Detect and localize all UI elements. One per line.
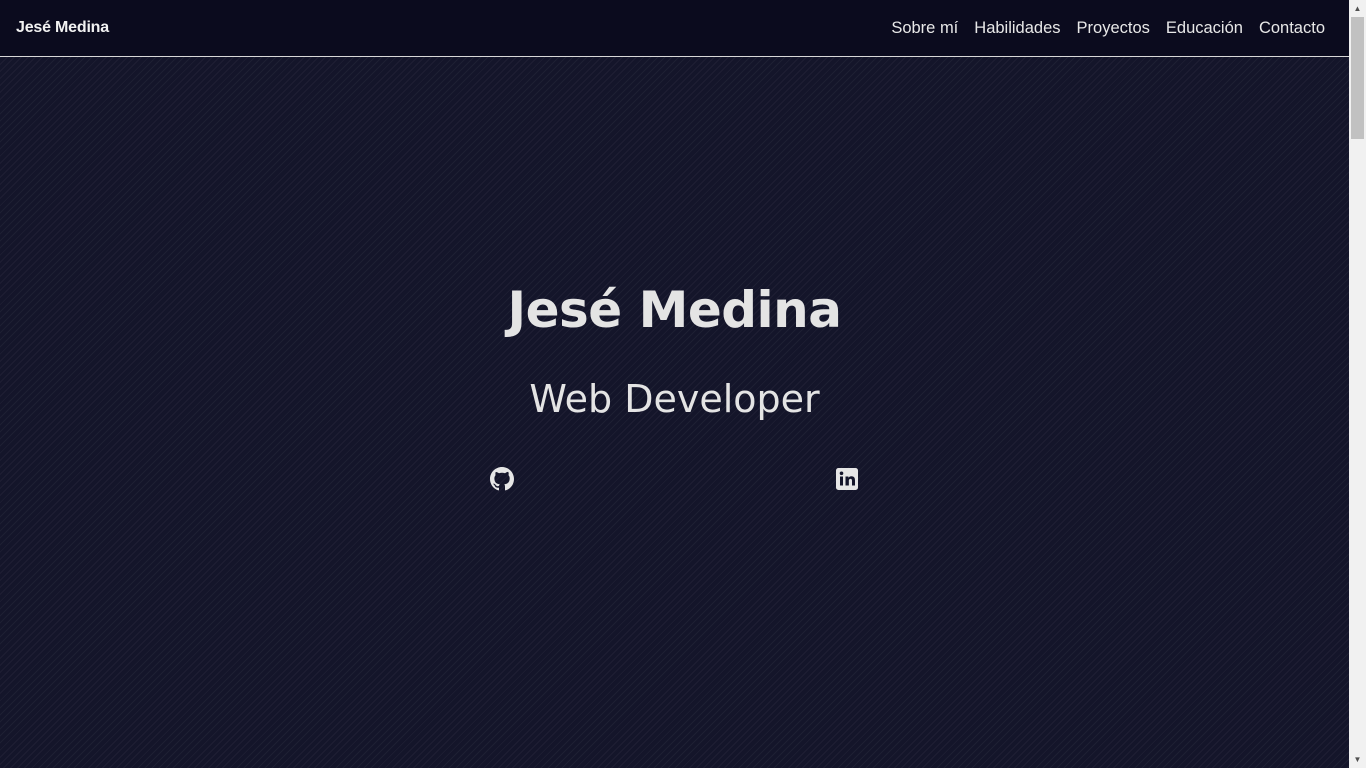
- linkedin-link[interactable]: [835, 467, 859, 491]
- scrollbar-thumb[interactable]: [1351, 17, 1364, 139]
- brand-link[interactable]: Jesé Medina: [16, 19, 109, 37]
- github-icon: [490, 467, 514, 491]
- hero-name: Jesé Medina: [507, 281, 842, 339]
- hero-section: Jesé Medina Web Developer: [0, 57, 1349, 768]
- nav-link-contacto[interactable]: Contacto: [1259, 19, 1325, 38]
- hero-role: Web Developer: [529, 377, 820, 421]
- nav-link-proyectos[interactable]: Proyectos: [1077, 19, 1150, 38]
- nav-link-habilidades[interactable]: Habilidades: [974, 19, 1060, 38]
- navbar: Jesé Medina Sobre mí Habilidades Proyect…: [0, 0, 1349, 57]
- page-background: Jesé Medina Sobre mí Habilidades Proyect…: [0, 0, 1349, 768]
- github-link[interactable]: [490, 467, 514, 491]
- nav-link-sobre-mi[interactable]: Sobre mí: [891, 19, 958, 38]
- scroll-down-icon[interactable]: ▼: [1349, 751, 1366, 768]
- vertical-scrollbar[interactable]: ▲ ▼: [1349, 0, 1366, 768]
- nav-link-educacion[interactable]: Educación: [1166, 19, 1243, 38]
- linkedin-icon: [835, 467, 859, 491]
- nav-links: Sobre mí Habilidades Proyectos Educación…: [891, 19, 1325, 38]
- scroll-up-icon[interactable]: ▲: [1349, 0, 1366, 17]
